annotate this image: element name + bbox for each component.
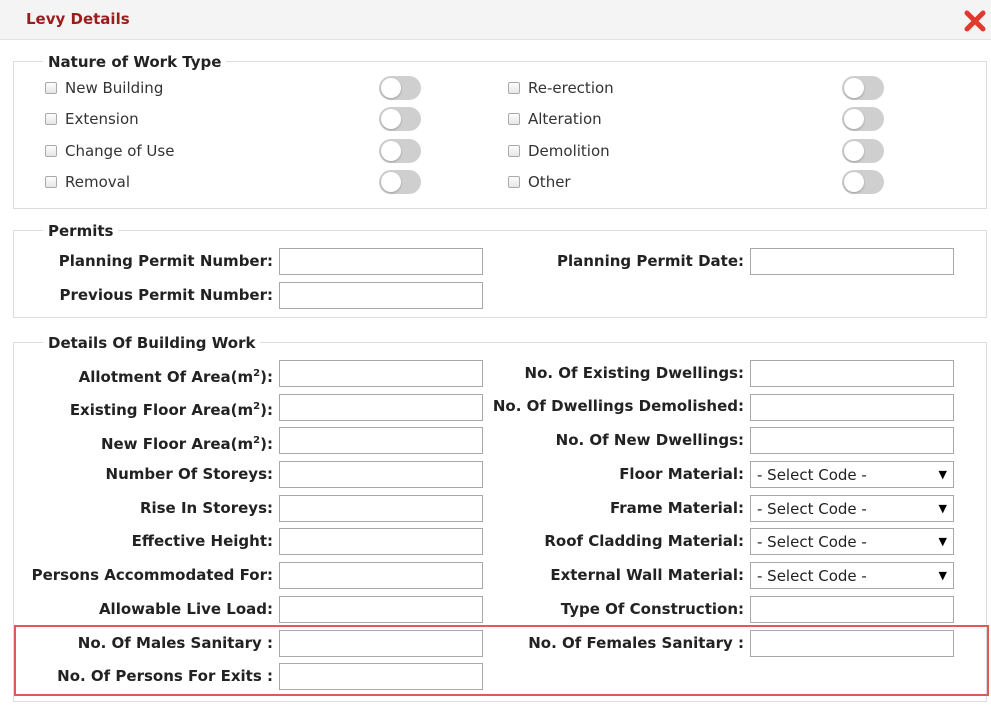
males-sanitary-input[interactable] [279,630,483,657]
toggle-knob [381,78,401,98]
floor-material-select[interactable]: - Select Code - ▼ [750,461,954,488]
checkbox[interactable] [508,82,520,94]
existing-floor-area-input[interactable] [279,394,483,421]
dwellings-demolished-label: No. Of Dwellings Demolished: [492,397,744,415]
toggle-new-building[interactable] [379,76,421,100]
checkbox[interactable] [508,145,520,157]
toggle-re-erection[interactable] [842,76,884,100]
dropdown-arrow-icon: ▼ [938,502,947,515]
checkbox[interactable] [45,113,57,125]
effective-height-label: Effective Height: [131,532,273,550]
close-button[interactable] [963,9,987,33]
allowable-live-load-label: Allowable Live Load: [98,600,273,618]
allowable-live-load-input[interactable] [279,596,483,623]
toggle-removal[interactable] [379,170,421,194]
frame-material-select[interactable]: - Select Code - ▼ [750,495,954,522]
toggle-knob [844,109,864,129]
dialog-title: Levy Details [26,10,130,28]
toggle-demolition[interactable] [842,139,884,163]
toggle-knob [381,109,401,129]
close-icon [964,10,986,32]
external-wall-material-select[interactable]: - Select Code - ▼ [750,562,954,589]
allotment-area-input[interactable] [279,360,483,387]
number-of-storeys-input[interactable] [279,461,483,488]
type-of-construction-label: Type Of Construction: [560,600,744,618]
checkbox-label: Change of Use [65,142,175,160]
checkbox-re-erection-row[interactable]: Re-erection [508,78,614,98]
checkbox[interactable] [45,82,57,94]
effective-height-input[interactable] [279,528,483,555]
building-work-legend: Details Of Building Work [43,334,261,352]
females-sanitary-label: No. Of Females Sanitary : [528,634,744,652]
checkbox-label: Extension [65,110,139,128]
frame-material-label: Frame Material: [609,499,744,517]
new-floor-area-input[interactable] [279,427,483,454]
persons-accommodated-input[interactable] [279,562,483,589]
planning-permit-date-input[interactable] [750,248,954,275]
nature-of-work-legend: Nature of Work Type [43,53,227,71]
checkbox-label: Removal [65,173,131,191]
dialog-titlebar: Levy Details [0,0,991,40]
select-value: - Select Code - [757,532,867,551]
planning-permit-number-input[interactable] [279,248,483,275]
checkbox-label: Re-erection [528,79,614,97]
allotment-area-label: Allotment Of Area(m2): [78,368,273,386]
existing-floor-area-label: Existing Floor Area(m2): [69,401,273,419]
planning-permit-number-label: Planning Permit Number: [58,252,273,270]
toggle-other[interactable] [842,170,884,194]
checkbox-other-row[interactable]: Other [508,172,571,192]
toggle-knob [381,141,401,161]
roof-cladding-material-label: Roof Cladding Material: [544,532,744,550]
checkbox-label: Demolition [528,142,610,160]
existing-dwellings-input[interactable] [750,360,954,387]
checkbox-change-of-use-row[interactable]: Change of Use [45,141,174,161]
checkbox-demolition-row[interactable]: Demolition [508,141,610,161]
dropdown-arrow-icon: ▼ [938,535,947,548]
select-value: - Select Code - [757,499,867,518]
toggle-alteration[interactable] [842,107,884,131]
permits-legend: Permits [43,222,119,240]
toggle-change-of-use[interactable] [379,139,421,163]
dropdown-arrow-icon: ▼ [938,468,947,481]
toggle-extension[interactable] [379,107,421,131]
previous-permit-number-input[interactable] [279,282,483,309]
toggle-knob [844,141,864,161]
toggle-knob [844,78,864,98]
males-sanitary-label: No. Of Males Sanitary : [77,634,273,652]
persons-for-exits-label: No. Of Persons For Exits : [57,667,273,685]
females-sanitary-input[interactable] [750,630,954,657]
toggle-knob [844,172,864,192]
external-wall-material-label: External Wall Material: [550,566,744,584]
persons-for-exits-input[interactable] [279,663,483,690]
new-dwellings-label: No. Of New Dwellings: [555,431,744,449]
checkbox-alteration-row[interactable]: Alteration [508,109,602,129]
previous-permit-number-label: Previous Permit Number: [59,286,273,304]
checkbox[interactable] [508,176,520,188]
dropdown-arrow-icon: ▼ [938,569,947,582]
toggle-knob [381,172,401,192]
new-floor-area-label: New Floor Area(m2): [100,435,273,453]
dwellings-demolished-input[interactable] [750,394,954,421]
checkbox-label: Other [528,173,571,191]
checkbox-new-building-row[interactable]: New Building [45,78,163,98]
rise-in-storeys-label: Rise In Storeys: [139,499,273,517]
checkbox-removal-row[interactable]: Removal [45,172,130,192]
planning-permit-date-label: Planning Permit Date: [556,252,744,270]
checkbox-extension-row[interactable]: Extension [45,109,139,129]
checkbox[interactable] [45,176,57,188]
floor-material-label: Floor Material: [619,465,744,483]
checkbox-label: New Building [65,79,164,97]
persons-accommodated-label: Persons Accommodated For: [31,566,273,584]
select-value: - Select Code - [757,566,867,585]
number-of-storeys-label: Number Of Storeys: [105,465,273,483]
roof-cladding-material-select[interactable]: - Select Code - ▼ [750,528,954,555]
new-dwellings-input[interactable] [750,427,954,454]
rise-in-storeys-input[interactable] [279,495,483,522]
checkbox[interactable] [508,113,520,125]
checkbox-label: Alteration [528,110,602,128]
select-value: - Select Code - [757,465,867,484]
type-of-construction-input[interactable] [750,596,954,623]
existing-dwellings-label: No. Of Existing Dwellings: [524,364,744,382]
checkbox[interactable] [45,145,57,157]
